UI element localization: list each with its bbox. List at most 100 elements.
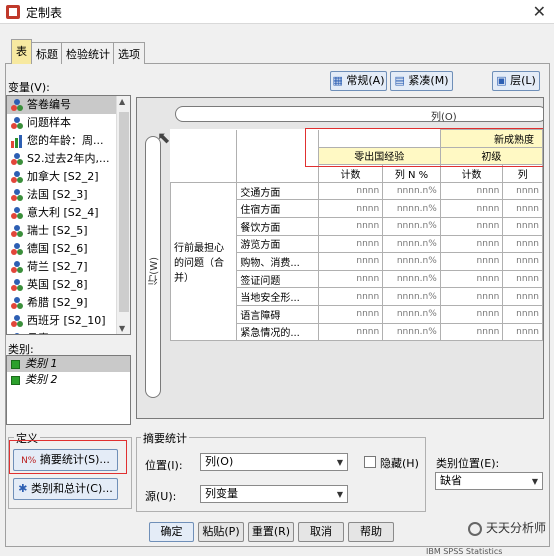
variable-list[interactable]: 答卷编号 问题样本 您的年龄：周... S2.过去2年内,... 加拿大 [S2_2] 法… (6, 95, 131, 335)
variable-item[interactable]: 丹麦 [S2_11] (7, 330, 130, 334)
variable-label: 希腊 [S2_9] (27, 296, 88, 309)
help-button[interactable]: 帮助 (348, 522, 394, 542)
table-cell: nnnn (317, 322, 384, 342)
chevron-down-icon: ▼ (336, 490, 343, 499)
nominal-icon (10, 315, 24, 328)
summary-statistics-button[interactable]: N% 摘要统计(S)... (13, 449, 118, 471)
stat-col: 计数 (317, 164, 384, 183)
category-list[interactable]: 类别 1 类别 2 (6, 355, 131, 425)
table-cell: nnnn (439, 234, 504, 254)
hide-checkbox[interactable] (364, 456, 376, 468)
table-cell: nnnn (317, 287, 384, 306)
table-cell: nnnn (439, 252, 504, 271)
nominal-icon (10, 99, 24, 112)
normal-view-button[interactable]: ▦ 常规(A) (330, 71, 387, 91)
nominal-icon (10, 153, 24, 166)
variable-item[interactable]: S2.过去2年内,... (7, 150, 130, 168)
row-drop-zone[interactable]: 行(W) (145, 136, 161, 398)
variable-item[interactable]: 西班牙 [S2_10] (7, 312, 130, 330)
position-label: 位置(I): (145, 459, 183, 472)
table-row: 行前最担心的问题（合并） 交通方面 nnnn nnnn.n% nnnn nnnn (169, 181, 543, 342)
variable-item[interactable]: 意大利 [S2_4] (7, 204, 130, 222)
ok-button[interactable]: 确定 (149, 522, 194, 542)
cursor-arrow-icon: ⬉ (157, 128, 171, 147)
scroll-thumb[interactable] (119, 112, 129, 312)
scroll-up-icon[interactable]: ▲ (119, 97, 125, 106)
nominal-icon (10, 333, 24, 334)
variable-label: 瑞士 [S2_5] (27, 224, 88, 237)
table-canvas[interactable]: 列(O) 行(W) 新成熟度 零出国经验 初级 计数 列 N % 计数 列 行前… (136, 97, 544, 419)
compact-view-button[interactable]: ▤ 紧凑(M) (390, 71, 453, 91)
layers-button[interactable]: ▣ 层(L) (492, 71, 540, 91)
nominal-icon (10, 261, 24, 274)
variable-label: 英国 [S2_8] (27, 278, 88, 291)
category-icon (11, 376, 20, 385)
variable-item[interactable]: 加拿大 [S2_2] (7, 168, 130, 186)
variable-item[interactable]: 答卷编号 (7, 96, 130, 114)
row-label: 购物、消费... (236, 252, 319, 271)
wechat-icon (467, 521, 482, 536)
variable-item[interactable]: 英国 [S2_8] (7, 276, 130, 294)
nominal-icon (10, 225, 24, 238)
nominal-icon (10, 207, 24, 220)
table-cell: nnnn (502, 216, 543, 236)
categories-totals-button[interactable]: ✱ 类别和总计(C)... (13, 478, 118, 500)
table-cell: nnnn (439, 322, 504, 342)
paste-button[interactable]: 粘贴(P) (198, 522, 244, 542)
watermark: 天天分析师 (467, 519, 546, 536)
tab-table[interactable]: 表 (11, 39, 32, 64)
cancel-button[interactable]: 取消 (298, 522, 344, 542)
source-label: 源(U): (145, 490, 177, 503)
source-select[interactable]: 列变量 ▼ (200, 485, 348, 503)
stat-col: 列 (502, 164, 543, 183)
table-cell: nnnn.n% (382, 322, 441, 342)
window-title: 定制表 (26, 6, 63, 20)
category-label: 类别 2 (25, 373, 58, 386)
category-item[interactable]: 类别 2 (7, 372, 130, 388)
variable-item[interactable]: 希腊 [S2_9] (7, 294, 130, 312)
variable-label: S2.过去2年内,... (27, 152, 110, 165)
table-cell: nnnn (317, 216, 384, 236)
tab-options[interactable]: 选项 (113, 42, 145, 64)
table-cell: nnnn (317, 304, 384, 324)
variable-item[interactable]: 德国 [S2_6] (7, 240, 130, 258)
category-position-label: 类别位置(E): (436, 457, 500, 470)
table-cell: nnnn.n% (382, 287, 441, 306)
table-cell: nnnn (502, 287, 543, 306)
scroll-down-icon[interactable]: ▼ (119, 324, 125, 333)
column-drop-zone[interactable]: 列(O) (175, 106, 543, 123)
tab-test-statistics[interactable]: 检验统计 (61, 42, 115, 64)
table-cell: nnnn.n% (382, 181, 441, 201)
app-icon (6, 5, 20, 19)
table-cell: nnnn (439, 304, 504, 324)
table-cell: nnnn (439, 216, 504, 236)
row-label: 紧急情况的... (236, 322, 319, 342)
summary-group-label: 摘要统计 (141, 430, 189, 446)
table-cell: nnnn.n% (382, 304, 441, 324)
variable-item[interactable]: 您的年龄：周... (7, 132, 130, 150)
row-label: 住宿方面 (236, 199, 319, 218)
variable-list-scrollbar[interactable]: ▲ ▼ (116, 96, 130, 334)
row-label: 交通方面 (236, 181, 319, 201)
table-cell: nnnn (502, 234, 543, 254)
variable-label: 西班牙 [S2_10] (27, 314, 106, 327)
tab-titles[interactable]: 标题 (31, 42, 63, 64)
category-item[interactable]: 类别 1 (7, 356, 130, 372)
variable-label: 加拿大 [S2_2] (27, 170, 99, 183)
table-cell: nnnn.n% (382, 269, 441, 289)
layers-icon: ▣ (496, 74, 507, 87)
reset-button[interactable]: 重置(R) (248, 522, 294, 542)
variable-item[interactable]: 问题样本 (7, 114, 130, 132)
row-label: 餐饮方面 (236, 216, 319, 236)
position-select[interactable]: 列(O) ▼ (200, 453, 348, 471)
table-cell: nnnn (502, 252, 543, 271)
variable-label: 荷兰 [S2_7] (27, 260, 88, 273)
variable-item[interactable]: 瑞士 [S2_5] (7, 222, 130, 240)
variable-item[interactable]: 法国 [S2_3] (7, 186, 130, 204)
variable-item[interactable]: 荷兰 [S2_7] (7, 258, 130, 276)
title-bar: 定制表 ✕ (0, 0, 554, 24)
category-position-select[interactable]: 缺省 ▼ (435, 472, 543, 490)
table-cell: nnnn.n% (382, 234, 441, 254)
close-icon[interactable]: ✕ (533, 2, 546, 21)
percent-icon: N% (21, 456, 37, 466)
